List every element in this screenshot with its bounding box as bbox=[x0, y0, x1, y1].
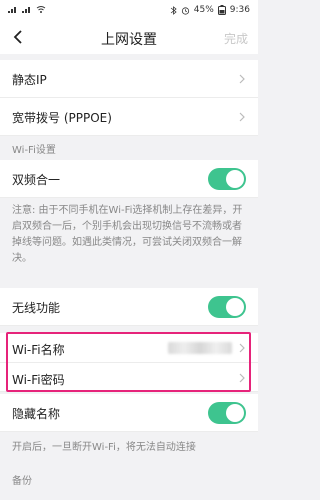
status-left bbox=[8, 5, 46, 13]
row-pppoe[interactable]: 宽带拨号 (PPPOE) bbox=[0, 98, 258, 136]
hide-name-note: 开启后，一旦断开Wi-Fi，将无法自动连接 bbox=[12, 442, 196, 453]
hide-name-toggle[interactable] bbox=[208, 402, 246, 424]
row-hide-name: 隐藏名称 bbox=[0, 394, 258, 432]
row-label: 宽带拨号 (PPPOE) bbox=[12, 111, 112, 125]
row-wifi-password[interactable]: Wi-Fi密码 bbox=[0, 363, 258, 392]
blurred-value bbox=[168, 342, 232, 354]
wifi-icon bbox=[36, 6, 46, 13]
row-label: 隐藏名称 bbox=[12, 407, 61, 421]
nav-bar: 上网设置 完成 bbox=[0, 20, 258, 54]
row-static-ip[interactable]: 静态IP bbox=[0, 60, 258, 98]
row-label: 无线功能 bbox=[12, 301, 61, 315]
dual-band-toggle[interactable] bbox=[208, 168, 246, 190]
chevron-right-icon bbox=[239, 343, 245, 353]
bluetooth-icon bbox=[170, 5, 177, 15]
chevron-right-icon bbox=[239, 74, 245, 84]
section-header-wifi: Wi-Fi设置 bbox=[12, 145, 56, 156]
dual-band-note: 注意: 由于不同手机在Wi-Fi选择机制上存在差异，开启双频合一后，个别手机会出… bbox=[0, 203, 258, 283]
section-header-backup: 备份 bbox=[12, 476, 32, 487]
toggle-knob bbox=[226, 404, 244, 422]
status-bar: 45% 9:36 bbox=[0, 0, 258, 20]
row-label: 静态IP bbox=[12, 73, 47, 87]
battery-icon bbox=[217, 5, 226, 15]
chevron-right-icon bbox=[239, 373, 245, 383]
alarm-icon bbox=[181, 6, 189, 15]
row-wifi-name[interactable]: Wi-Fi名称 bbox=[0, 333, 258, 363]
toggle-knob bbox=[226, 298, 244, 316]
wireless-function-toggle[interactable] bbox=[208, 296, 246, 318]
battery-percent: 45% bbox=[193, 5, 214, 15]
sim-signal-icon bbox=[22, 7, 30, 13]
row-label: 双频合一 bbox=[12, 173, 61, 187]
row-label: Wi-Fi名称 bbox=[12, 343, 65, 357]
row-wireless-function: 无线功能 bbox=[0, 288, 258, 326]
row-dual-band: 双频合一 bbox=[0, 160, 258, 198]
done-button[interactable]: 完成 bbox=[224, 30, 248, 47]
row-label: Wi-Fi密码 bbox=[12, 373, 65, 387]
sim-signal-icon bbox=[8, 7, 16, 13]
toggle-knob bbox=[226, 170, 244, 188]
status-right: 45% 9:36 bbox=[170, 5, 250, 15]
page-title: 上网设置 bbox=[101, 32, 157, 48]
clock: 9:36 bbox=[229, 5, 250, 15]
chevron-right-icon bbox=[239, 112, 245, 122]
